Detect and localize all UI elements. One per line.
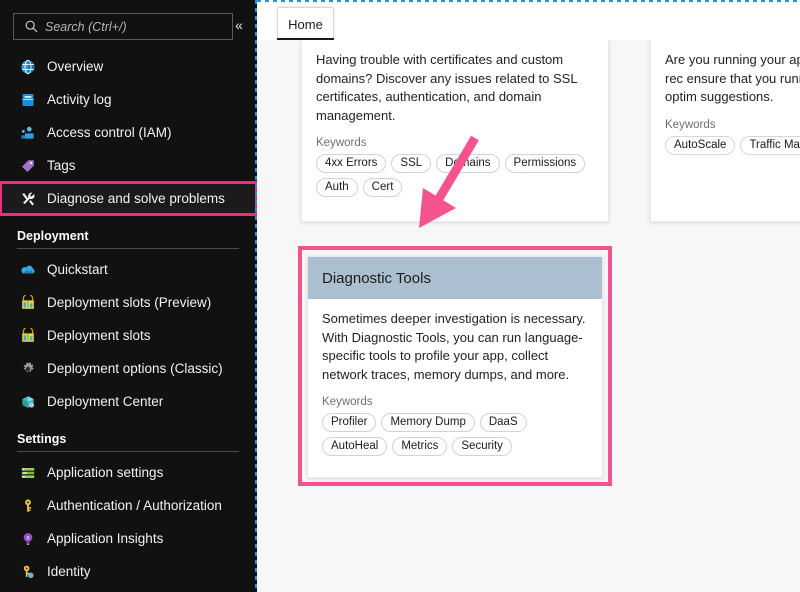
sidebar-section-settings: Settings [17,432,67,446]
keyword-pill[interactable]: Cert [362,178,403,197]
search-icon [21,20,41,33]
lightbulb-icon: π [17,530,39,548]
sidebar-item-deployment-options-classic[interactable]: Deployment options (Classic) [0,352,257,385]
tab-strip: Home [257,2,800,41]
key-icon [17,497,39,515]
sidebar-section-divider [17,451,239,452]
card-diagnostic-tools-title: Diagnostic Tools [322,269,431,287]
wrench-screwdriver-icon [17,190,39,208]
card-diagnostic-tools-keywords-label: Keywords [322,396,373,408]
keyword-pill[interactable]: Domains [436,154,500,173]
sidebar-item-label: Authentication / Authorization [47,498,222,513]
keyword-pill[interactable]: Permissions [504,154,586,173]
sidebar-item-label: Deployment Center [47,394,164,409]
sidebar-item-label: Deployment slots (Preview) [47,295,212,310]
sidebar-item-deployment-slots-preview[interactable]: Deployment slots (Preview) [0,286,257,319]
bar-chart-icon [17,294,39,312]
gear-icon [17,360,39,378]
sidebar-item-activity-log[interactable]: Activity log [0,83,257,116]
sidebar-item-label: Identity [47,564,91,579]
sidebar-item-label: Diagnose and solve problems [47,191,225,206]
sidebar-item-label: Access control (IAM) [47,125,172,140]
sidebar-item-backups[interactable]: Backups [0,588,257,592]
sidebar-item-label: Overview [47,59,104,74]
keyword-pill[interactable]: Metrics [392,437,448,456]
sidebar-item-label: Tags [47,158,76,173]
collapse-sidebar-button[interactable]: « [227,13,251,37]
card-diagnostic-tools-body: Sometimes deeper investigation is necess… [308,299,602,470]
content-pane: Home Having trouble with certificates an… [257,0,800,592]
card-certificates-description: Having trouble with certificates and cus… [316,52,578,123]
keyword-pill[interactable]: Traffic Manag [740,135,800,155]
keyword-pill[interactable]: 4xx Errors [316,154,387,173]
globe-icon [17,58,39,76]
sidebar-nav-list: Overview Activity log Access control (IAM)… [0,50,257,592]
tab-home-label: Home [288,16,323,32]
sidebar-item-label: Application Insights [47,531,164,546]
keyword-pill[interactable]: SSL [391,154,432,173]
people-icon [17,124,39,142]
sidebar-item-identity[interactable]: Identity [0,555,257,588]
card-best-practices-keywords-label: Keywords [665,118,716,131]
cloud-icon [17,261,39,279]
sidebar-item-deployment-slots[interactable]: Deployment slots [0,319,257,352]
sidebar-item-label: Deployment options (Classic) [47,361,223,376]
sidebar-item-overview[interactable]: Overview [0,50,257,83]
sidebar-item-tags[interactable]: Tags [0,149,257,182]
card-certificates-keywords-label: Keywords [316,137,367,149]
pane-focus-edge-top [257,0,800,2]
card-best-practices-keywords: AutoScaleTraffic ManagARR Affinity [665,135,800,155]
card-best-practices[interactable]: Are you running your app Review best pra… [650,40,800,222]
card-best-practices-description: Are you running your app Review best pra… [665,52,800,104]
card-diagnostic-tools[interactable]: Diagnostic Tools Sometimes deeper invest… [307,256,603,478]
cards-container: Having trouble with certificates and cus… [257,40,800,592]
sidebar-item-application-insights[interactable]: π Application Insights [0,522,257,555]
sidebar-item-label: Quickstart [47,262,108,277]
sidebar-item-label: Application settings [47,465,164,480]
card-best-practices-body: Are you running your app Review best pra… [651,40,800,169]
box-icon [17,393,39,411]
sidebar-section-divider [17,248,239,249]
keyword-pill[interactable]: Profiler [322,413,377,432]
book-icon [17,91,39,109]
search-input[interactable] [41,19,232,34]
keyword-pill[interactable]: AutoHeal [322,437,388,456]
sidebar-item-access-control-iam[interactable]: Access control (IAM) [0,116,257,149]
sidebar-item-authentication-authorization[interactable]: Authentication / Authorization [0,489,257,522]
sidebar-item-quickstart[interactable]: Quickstart [0,253,257,286]
sidebar: « Overview Activity log Access control (IA… [0,0,257,592]
sidebar-search-row: « [13,13,247,40]
keyword-pill[interactable]: Security [452,437,512,456]
app-root: « Overview Activity log Access control (IA… [0,0,800,592]
sidebar-item-application-settings[interactable]: Application settings [0,456,257,489]
card-diagnostic-tools-description: Sometimes deeper investigation is necess… [322,311,586,382]
card-diagnostic-tools-header: Diagnostic Tools [308,257,602,299]
tab-home[interactable]: Home [277,7,334,40]
sliders-icon [17,464,39,482]
card-certificates-body: Having trouble with certificates and cus… [302,40,608,211]
bar-chart-icon [17,327,39,345]
card-diagnostic-tools-keywords: Profiler Memory Dump DaaS AutoHeal Metrics Se… [322,413,588,456]
sidebar-item-label: Deployment slots [47,328,151,343]
sidebar-item-deployment-center[interactable]: Deployment Center [0,385,257,418]
card-certificates[interactable]: Having trouble with certificates and cus… [301,40,609,222]
keyword-pill[interactable]: AutoScale [665,135,736,155]
search-box[interactable] [13,13,233,40]
keyword-pill[interactable]: Auth [316,178,358,197]
tag-icon [17,157,39,175]
identity-key-icon [17,563,39,581]
sidebar-item-diagnose-and-solve-problems[interactable]: Diagnose and solve problems [0,181,257,216]
keyword-pill[interactable]: DaaS [479,413,527,432]
sidebar-item-label: Activity log [47,92,112,107]
sidebar-section-deployment: Deployment [17,229,89,243]
card-certificates-keywords: 4xx Errors SSL Domains Permissions Auth Cert [316,154,594,197]
keyword-pill[interactable]: Memory Dump [381,413,475,432]
